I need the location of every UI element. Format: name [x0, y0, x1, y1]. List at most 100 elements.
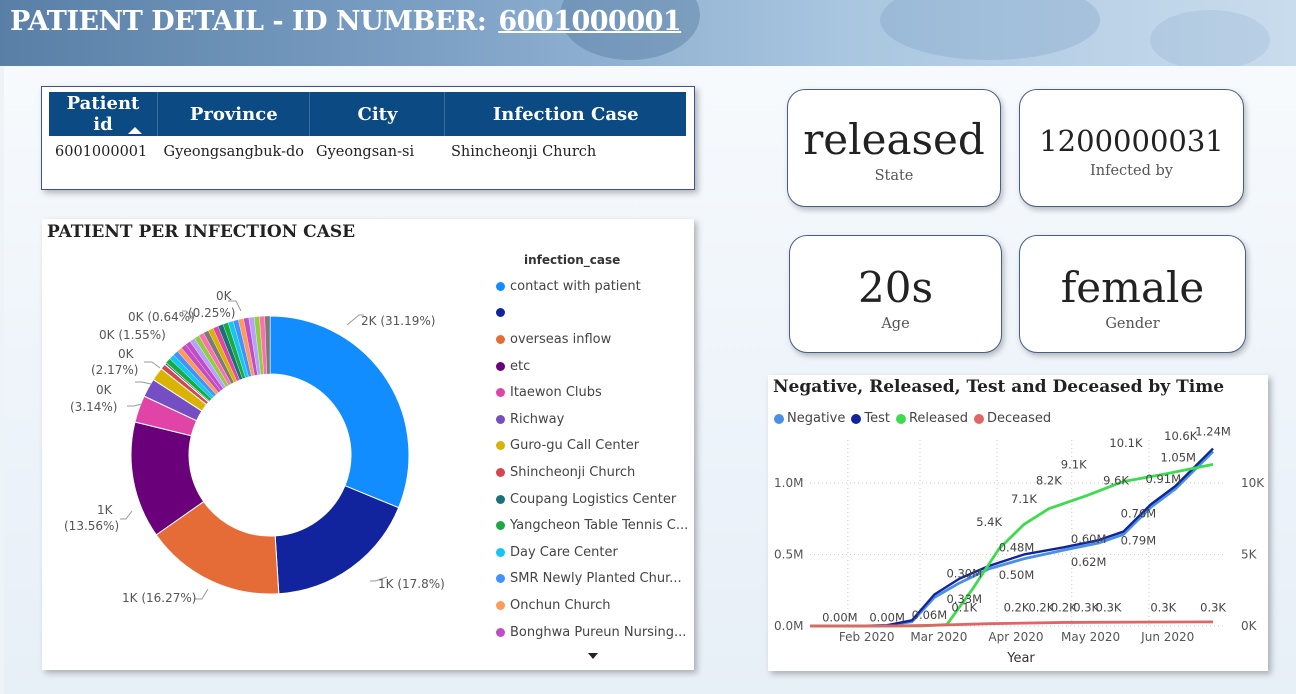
- legend-item[interactable]: Day Care Center: [496, 539, 691, 566]
- legend-item[interactable]: Richway: [496, 406, 691, 433]
- table-row[interactable]: 6001000001 Gyeongsangbuk-do Gyeongsan-si…: [49, 136, 686, 168]
- data-label: 0.62M: [1071, 555, 1107, 569]
- legend-item[interactable]: etc: [496, 353, 691, 380]
- y-left-tick-label: 1.0M: [774, 476, 803, 490]
- legend-title: infection_case: [524, 253, 621, 267]
- legend-item[interactable]: Yangcheon Table Tennis C...: [496, 512, 691, 539]
- data-label: 1.24M: [1195, 425, 1231, 439]
- cell-city: Gyeongsan-si: [315, 144, 415, 160]
- data-label: 0.50M: [999, 568, 1035, 582]
- data-label-overseas: 1K (16.27%): [122, 591, 196, 605]
- legend-dot-icon: [496, 574, 505, 584]
- age-value: 20s: [858, 263, 933, 312]
- legend-dot-icon: [496, 547, 505, 557]
- data-label: 8.2K: [1036, 473, 1062, 487]
- donut-chart[interactable]: 2K (31.19%) 1K (17.8%) 1K (16.27%) 1K (1…: [42, 219, 482, 659]
- page-title: PATIENT DETAIL - ID NUMBER: 6001000001: [10, 6, 682, 37]
- time-series-visual[interactable]: Negative, Released, Test and Deceased by…: [768, 375, 1268, 671]
- legend-dot-icon: [496, 414, 505, 424]
- data-label-contact: 2K (31.19%): [361, 314, 435, 328]
- data-label: 0.3K: [1150, 601, 1176, 615]
- x-tick-label: Jun 2020: [1140, 630, 1194, 644]
- legend-label: Guro-gu Call Center: [510, 438, 640, 454]
- legend-item[interactable]: Itaewon Clubs: [496, 379, 691, 406]
- data-label: 9.6K: [1103, 473, 1129, 487]
- sort-ascending-icon[interactable]: [128, 127, 142, 134]
- legend-label: etc: [510, 358, 531, 374]
- legend-label: SMR Newly Planted Chur...: [510, 571, 682, 587]
- legend-label: contact with patient: [510, 278, 641, 294]
- data-label-coupang-value: 0K: [216, 289, 233, 303]
- column-header-infection-case[interactable]: Infection Case: [444, 92, 686, 136]
- data-label: 0.91M: [1146, 472, 1182, 486]
- data-label: 0.00M: [869, 611, 905, 625]
- legend-dot-icon: [496, 308, 505, 318]
- legend-dot-icon: [496, 281, 505, 291]
- x-tick-label: Mar 2020: [910, 630, 967, 644]
- data-label-coupang-percent: (0.25%): [188, 306, 235, 320]
- data-label: 0.3K: [1200, 601, 1226, 615]
- report-header: PATIENT DETAIL - ID NUMBER: 6001000001: [0, 0, 1296, 70]
- data-label-richway-value: 0K: [118, 347, 135, 361]
- legend-dot-icon: [496, 361, 505, 371]
- legend-label: Bonghwa Pureun Nursing...: [510, 624, 687, 640]
- infection-case-donut-visual[interactable]: PATIENT PER INFECTION CASE 2K (31.19%) 1…: [42, 219, 694, 670]
- column-header-city[interactable]: City: [309, 92, 446, 136]
- legend-label: Coupang Logistics Center: [510, 491, 677, 507]
- patient-id-number: 6001000001: [498, 6, 682, 37]
- data-label: 0.00M: [822, 611, 858, 625]
- legend-label: Shincheonji Church: [510, 464, 636, 480]
- data-label: 0.1K: [951, 601, 977, 615]
- kpi-card-gender[interactable]: female Gender: [1019, 235, 1246, 353]
- legend-scroll-down-icon[interactable]: [588, 653, 598, 659]
- page-title-text: PATIENT DETAIL - ID NUMBER:: [10, 6, 487, 37]
- data-label: 1.05M: [1160, 450, 1196, 464]
- legend-dot-icon: [496, 494, 505, 504]
- donut-slice[interactable]: [269, 315, 410, 509]
- legend-item[interactable]: contact with patient: [496, 273, 691, 300]
- legend-item[interactable]: [496, 300, 691, 327]
- table-header-row: Patient id Province City Infection Case: [49, 92, 686, 136]
- legend-dot-icon: [496, 388, 505, 398]
- state-value: released: [803, 115, 985, 164]
- cell-infection-case: Shincheonji Church: [450, 144, 597, 160]
- gender-label: Gender: [1105, 316, 1160, 332]
- y-right-tick-label: 0K: [1241, 619, 1258, 633]
- legend-item[interactable]: Coupang Logistics Center: [496, 486, 691, 513]
- legend-dot-icon: [496, 627, 505, 637]
- data-label-shincheonji: 0K (0.64%): [128, 310, 195, 324]
- data-label: 0.06M: [912, 608, 948, 622]
- legend-item[interactable]: Shincheonji Church: [496, 459, 691, 486]
- data-label: 5.4K: [976, 515, 1002, 529]
- legend-item[interactable]: Onchun Church: [496, 592, 691, 619]
- donut-legend: contact with patient overseas inflow etc It…: [496, 273, 691, 645]
- legend-dot-icon: [496, 441, 505, 451]
- data-label: 7.1K: [1011, 492, 1037, 506]
- data-label: 10.1K: [1109, 436, 1143, 450]
- legend-label: Richway: [510, 411, 565, 427]
- legend-item[interactable]: SMR Newly Planted Chur...: [496, 566, 691, 593]
- patient-table-visual[interactable]: Patient id Province City Infection Case …: [41, 86, 695, 190]
- cell-patient-id: 6001000001: [55, 144, 148, 160]
- legend-item[interactable]: overseas inflow: [496, 326, 691, 353]
- kpi-card-infected-by[interactable]: 1200000031 Infected by: [1019, 89, 1244, 207]
- data-label: 0.76M: [1121, 506, 1157, 520]
- data-label-itaewon-value: 0K: [96, 383, 113, 397]
- infected-by-label: Infected by: [1090, 163, 1173, 179]
- column-header-province-label: Province: [189, 103, 278, 125]
- kpi-card-state[interactable]: released State: [787, 89, 1001, 207]
- data-label: 0.48M: [999, 541, 1035, 555]
- column-header-province[interactable]: Province: [128, 92, 311, 136]
- data-label-etc-percent: (13.56%): [64, 519, 119, 533]
- legend-label: Onchun Church: [510, 597, 611, 613]
- x-tick-label: Feb 2020: [839, 630, 895, 644]
- legend-item[interactable]: Guro-gu Call Center: [496, 433, 691, 460]
- y-left-tick-label: 0.5M: [774, 547, 803, 561]
- kpi-card-age[interactable]: 20s Age: [789, 235, 1002, 353]
- legend-dot-icon: [496, 334, 505, 344]
- x-tick-label: Apr 2020: [988, 630, 1043, 644]
- legend-item[interactable]: Bonghwa Pureun Nursing...: [496, 619, 691, 646]
- infected-by-value: 1200000031: [1039, 124, 1224, 158]
- patient-table: Patient id Province City Infection Case …: [49, 92, 686, 168]
- line-chart[interactable]: 0.0M 0.5M 1.0M 0K 5K 10K Feb 2020 Mar 2020 Apr 2…: [768, 375, 1268, 671]
